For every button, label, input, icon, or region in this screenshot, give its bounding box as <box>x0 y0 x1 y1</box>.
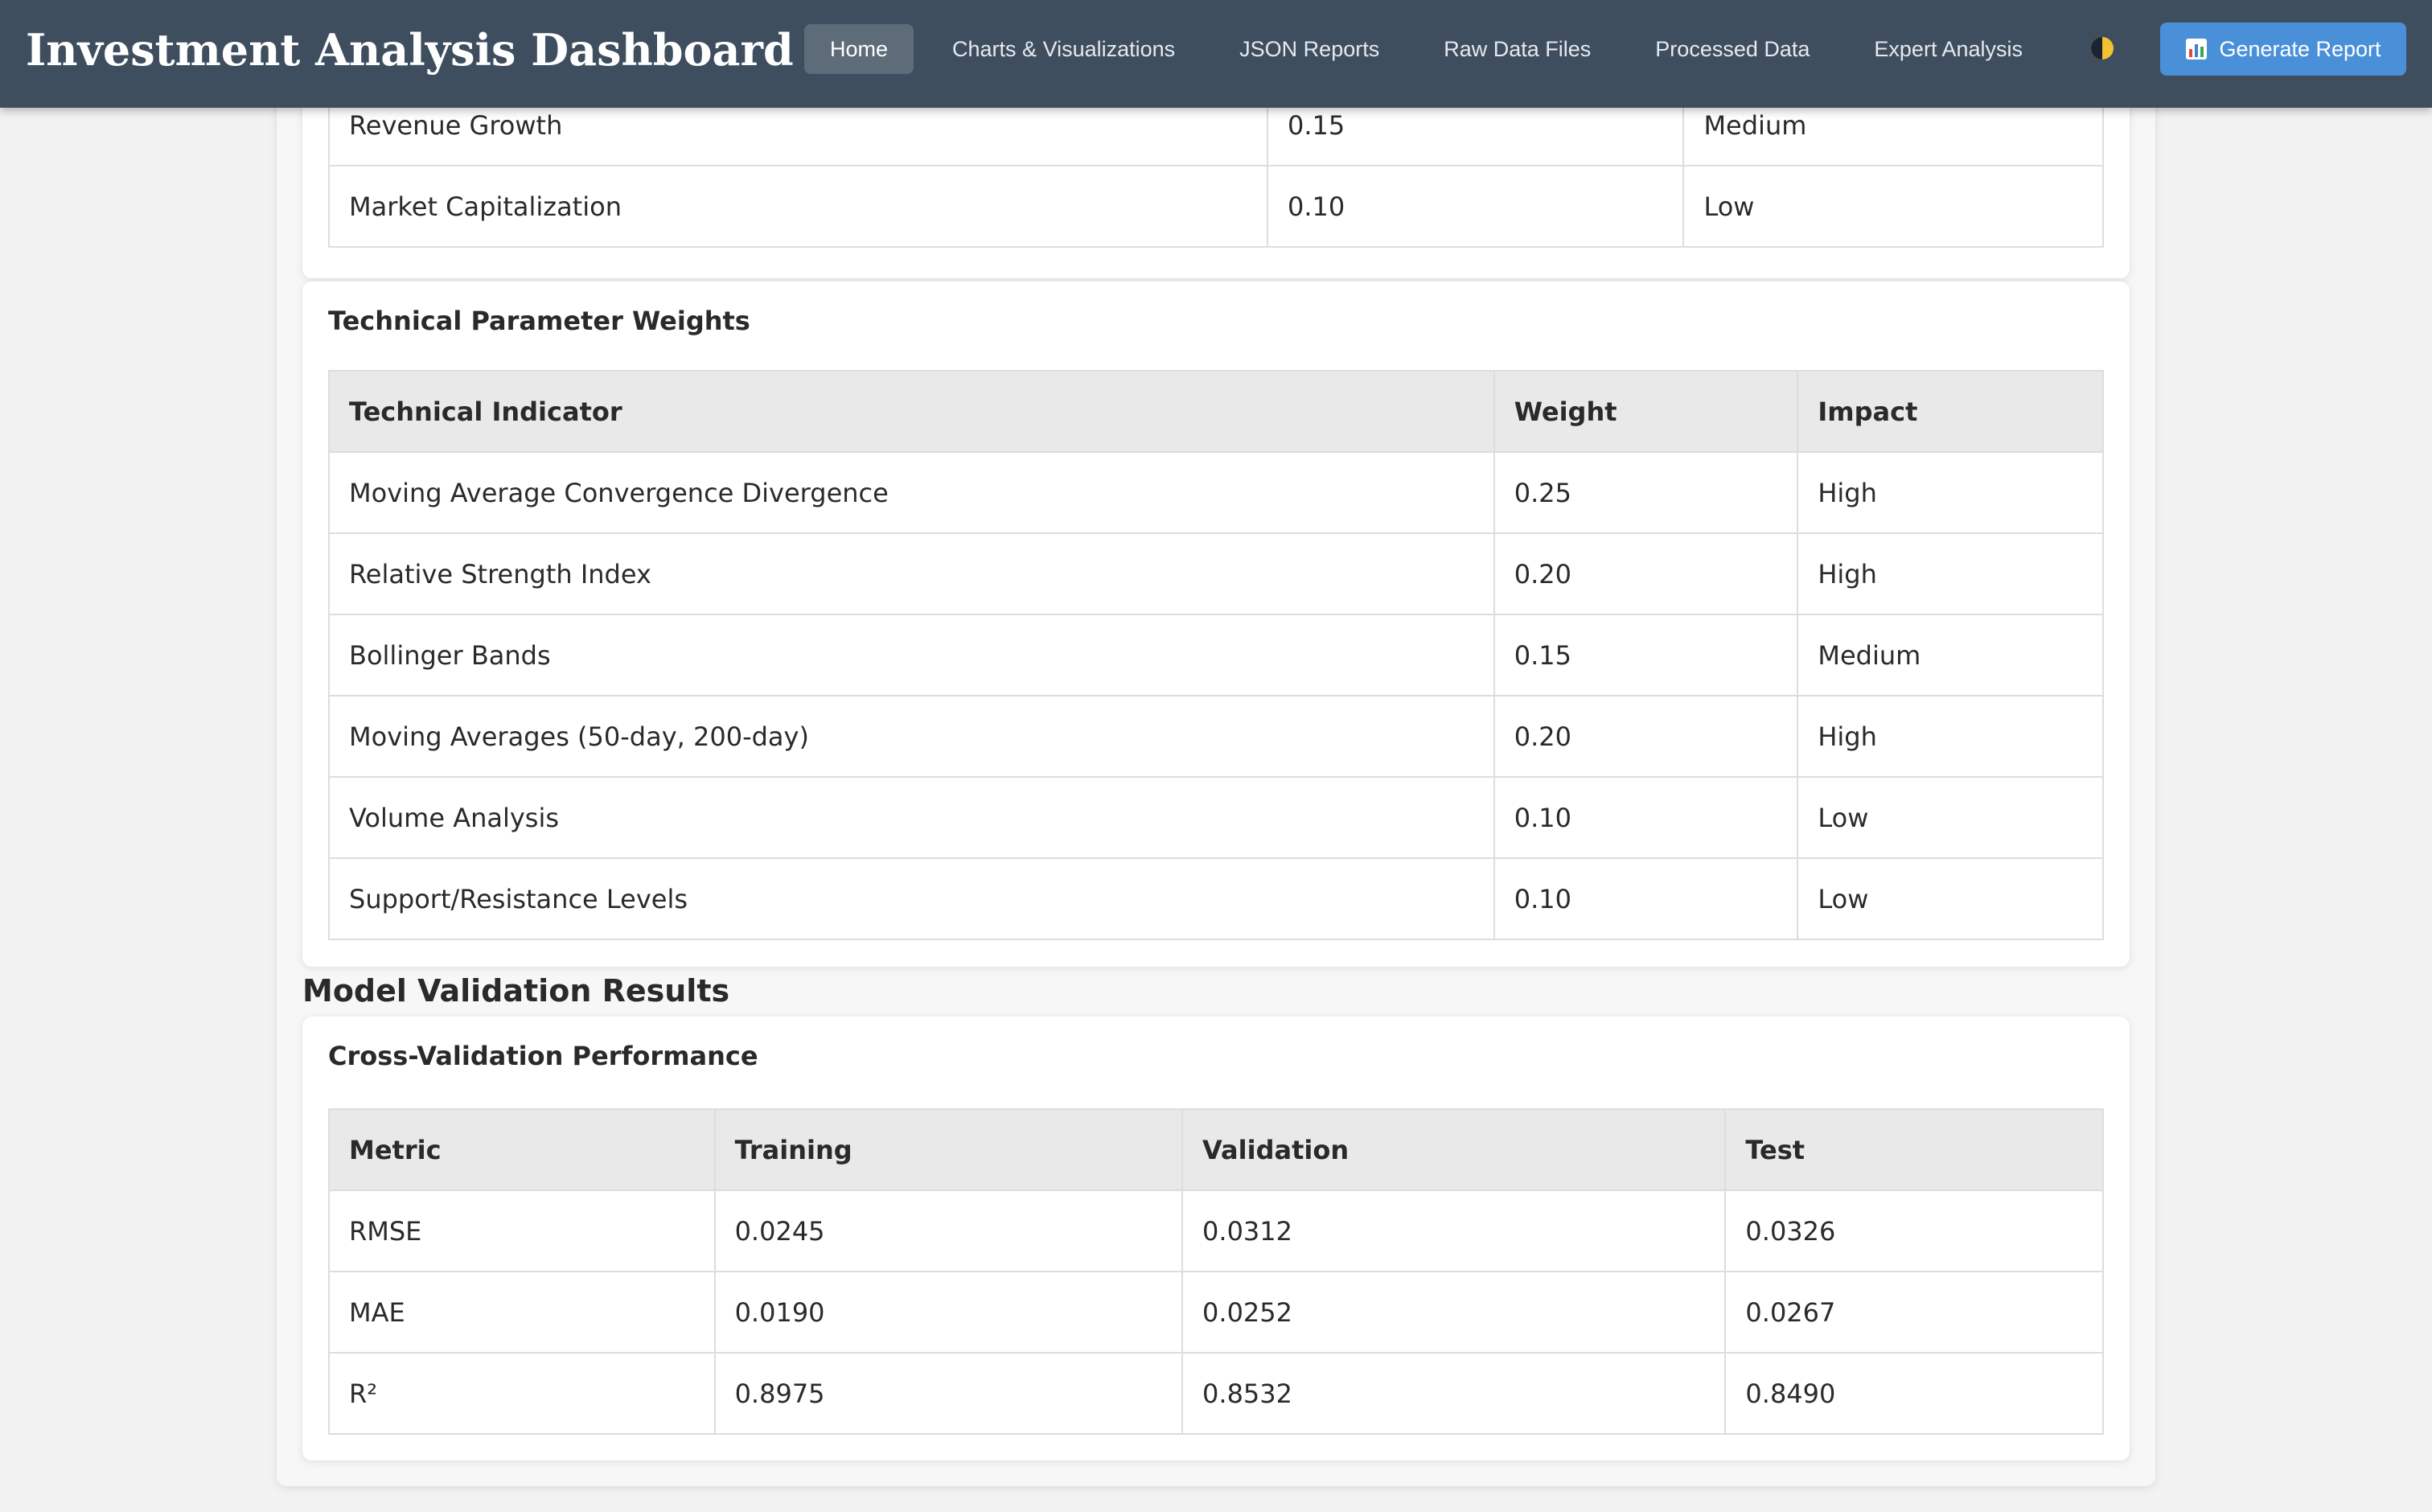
generate-report-label: Generate Report <box>2219 36 2381 61</box>
table-cell: Low <box>1682 165 2104 248</box>
table-cell: 0.10 <box>1266 165 1685 248</box>
section-title-model-validation: Model Validation Results <box>302 973 730 1009</box>
table-cell: R² <box>328 1352 716 1435</box>
technical-weights-card: Technical Parameter Weights Technical In… <box>302 281 2130 967</box>
nav-home[interactable]: Home <box>804 24 914 74</box>
nav-json-reports[interactable]: JSON Reports <box>1214 24 1405 74</box>
cross-validation-table: Metric Training Validation Test RMSE 0.0… <box>328 1108 2104 1435</box>
table-cell: 0.10 <box>1493 776 1799 859</box>
card-title: Cross-Validation Performance <box>328 1041 758 1071</box>
table-row: Relative Strength Index 0.20 High <box>328 532 2104 615</box>
table-row: Moving Averages (50-day, 200-day) 0.20 H… <box>328 695 2104 778</box>
table-cell: High <box>1797 695 2104 778</box>
app-title: Investment Analysis Dashboard <box>26 24 794 76</box>
table-row: Support/Resistance Levels 0.10 Low <box>328 857 2104 940</box>
table-cell: Moving Averages (50-day, 200-day) <box>328 695 1495 778</box>
half-moon-icon <box>2091 37 2114 60</box>
table-header-row: Technical Indicator Weight Impact <box>328 370 2104 453</box>
table-cell: 0.8490 <box>1724 1352 2104 1435</box>
table-cell: Bollinger Bands <box>328 614 1495 696</box>
column-header: Training <box>713 1108 1184 1191</box>
table-row: MAE 0.0190 0.0252 0.0267 <box>328 1271 2104 1354</box>
table-cell: 0.15 <box>1493 614 1799 696</box>
table-cell: 0.8975 <box>713 1352 1184 1435</box>
table-cell: Market Capitalization <box>328 165 1268 248</box>
table-cell: Volume Analysis <box>328 776 1495 859</box>
table-cell: RMSE <box>328 1189 716 1272</box>
table-cell: 0.20 <box>1493 695 1799 778</box>
column-header: Metric <box>328 1108 716 1191</box>
main-nav: Home Charts & Visualizations JSON Report… <box>804 24 2061 74</box>
table-cell: 0.0267 <box>1724 1271 2104 1354</box>
top-nav-bar: Investment Analysis Dashboard Home Chart… <box>0 0 2432 108</box>
table-cell: Low <box>1797 776 2104 859</box>
table-cell: 0.10 <box>1493 857 1799 940</box>
table-cell: Relative Strength Index <box>328 532 1495 615</box>
table-cell: High <box>1797 451 2104 534</box>
cross-validation-card: Cross-Validation Performance Metric Trai… <box>302 1017 2130 1461</box>
fundamental-weights-table: Revenue Growth 0.15 Medium Market Capita… <box>328 84 2104 248</box>
table-cell: Medium <box>1797 614 2104 696</box>
table-cell: 0.20 <box>1493 532 1799 615</box>
table-row: R² 0.8975 0.8532 0.8490 <box>328 1352 2104 1435</box>
column-header: Validation <box>1181 1108 1727 1191</box>
table-row: Bollinger Bands 0.15 Medium <box>328 614 2104 696</box>
table-cell: Low <box>1797 857 2104 940</box>
table-cell: Moving Average Convergence Divergence <box>328 451 1495 534</box>
table-cell: Support/Resistance Levels <box>328 857 1495 940</box>
technical-weights-table: Technical Indicator Weight Impact Moving… <box>328 370 2104 940</box>
table-row: Market Capitalization 0.10 Low <box>328 165 2104 248</box>
nav-charts-visualizations[interactable]: Charts & Visualizations <box>926 24 1201 74</box>
chart-icon <box>2186 39 2208 60</box>
nav-processed-data[interactable]: Processed Data <box>1629 24 1835 74</box>
table-row: Volume Analysis 0.10 Low <box>328 776 2104 859</box>
table-cell: 0.0312 <box>1181 1189 1727 1272</box>
table-cell: High <box>1797 532 2104 615</box>
nav-raw-data-files[interactable]: Raw Data Files <box>1418 24 1617 74</box>
table-cell: 0.0245 <box>713 1189 1184 1272</box>
table-row: Moving Average Convergence Divergence 0.… <box>328 451 2104 534</box>
column-header: Impact <box>1797 370 2104 453</box>
generate-report-button[interactable]: Generate Report <box>2160 23 2406 76</box>
nav-expert-analysis[interactable]: Expert Analysis <box>1848 24 2048 74</box>
column-header: Technical Indicator <box>328 370 1495 453</box>
table-cell: 0.0252 <box>1181 1271 1727 1354</box>
table-cell: 0.0190 <box>713 1271 1184 1354</box>
column-header: Weight <box>1493 370 1799 453</box>
column-header: Test <box>1724 1108 2104 1191</box>
table-cell: 0.8532 <box>1181 1352 1727 1435</box>
table-cell: 0.25 <box>1493 451 1799 534</box>
card-title: Technical Parameter Weights <box>328 306 750 336</box>
table-cell: MAE <box>328 1271 716 1354</box>
theme-toggle-button[interactable] <box>2089 35 2115 61</box>
table-header-row: Metric Training Validation Test <box>328 1108 2104 1191</box>
table-row: RMSE 0.0245 0.0312 0.0326 <box>328 1189 2104 1272</box>
table-cell: 0.0326 <box>1724 1189 2104 1272</box>
